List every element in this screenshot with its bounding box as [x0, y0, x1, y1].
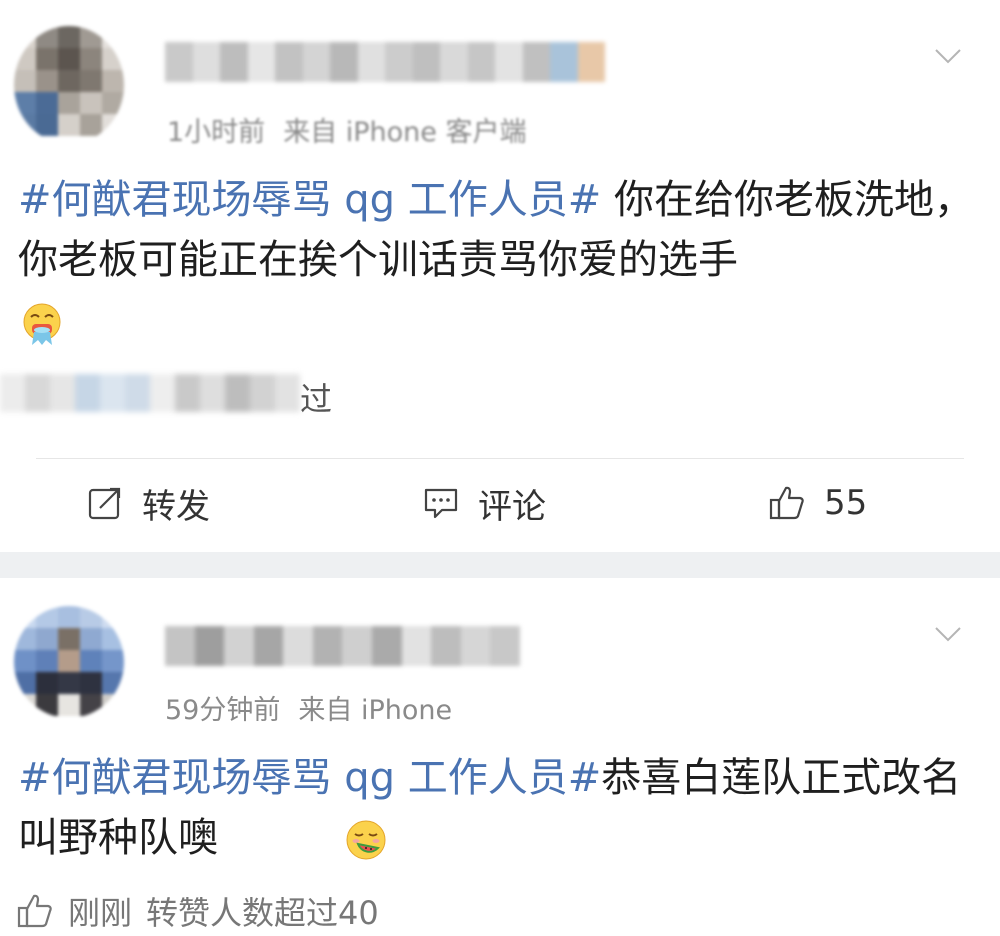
post-content: #何猷君现场辱骂 qg 工作人员# 你在给你老板洗地，你老板可能正在挨个训话责骂…: [18, 170, 978, 290]
thumbs-up-icon: [17, 894, 52, 928]
chevron-down-icon[interactable]: [932, 618, 964, 650]
post-time: 59分钟前: [165, 695, 281, 726]
post-source: 来自 iPhone 客户端: [283, 117, 527, 148]
liked-by-blurred[interactable]: 过: [0, 368, 350, 418]
vomit-face-emoji: [23, 303, 61, 345]
hashtag-link[interactable]: #何猷君现场辱骂 qg 工作人员#: [18, 755, 601, 801]
post-separator: [0, 552, 1000, 578]
like-button[interactable]: 55: [768, 478, 867, 528]
username-blurred[interactable]: [165, 42, 605, 82]
like-summary-time: 刚刚: [68, 894, 133, 932]
post-meta: 1小时前 来自 iPhone 客户端: [167, 110, 527, 149]
thumbs-up-icon: [769, 486, 804, 520]
username-blurred[interactable]: [165, 626, 520, 666]
comment-label: 评论: [478, 486, 546, 527]
weibo-feed: 1小时前 来自 iPhone 客户端 #何猷君现场辱骂 qg 工作人员# 你在给你…: [0, 0, 1000, 936]
post-card[interactable]: 1小时前 来自 iPhone 客户端 #何猷君现场辱骂 qg 工作人员# 你在给你…: [0, 0, 1000, 552]
divider: [36, 458, 964, 459]
comment-icon: [424, 488, 458, 519]
post-source: 来自 iPhone: [298, 695, 453, 726]
like-summary[interactable]: 刚刚 转赞人数超过40: [16, 888, 379, 934]
repost-icon: [88, 487, 121, 520]
comment-button[interactable]: 评论: [422, 478, 546, 528]
like-summary-text: 转赞人数超过40: [146, 894, 379, 932]
repost-label: 转发: [142, 486, 210, 527]
avatar[interactable]: [14, 606, 124, 718]
liked-tail-text: 过: [300, 380, 333, 418]
repost-button[interactable]: 转发: [86, 478, 210, 528]
avatar[interactable]: [14, 26, 124, 144]
like-count: 55: [824, 483, 868, 523]
post-meta: 59分钟前 来自 iPhone: [165, 688, 452, 727]
post-time: 1小时前: [167, 117, 266, 148]
hashtag-link[interactable]: #何猷君现场辱骂 qg 工作人员#: [18, 177, 601, 223]
eating-watermelon-emoji: [346, 820, 386, 860]
chevron-down-icon[interactable]: [932, 40, 964, 72]
post-content: #何猷君现场辱骂 qg 工作人员#恭喜白莲队正式改名叫野种队噢: [18, 748, 978, 868]
